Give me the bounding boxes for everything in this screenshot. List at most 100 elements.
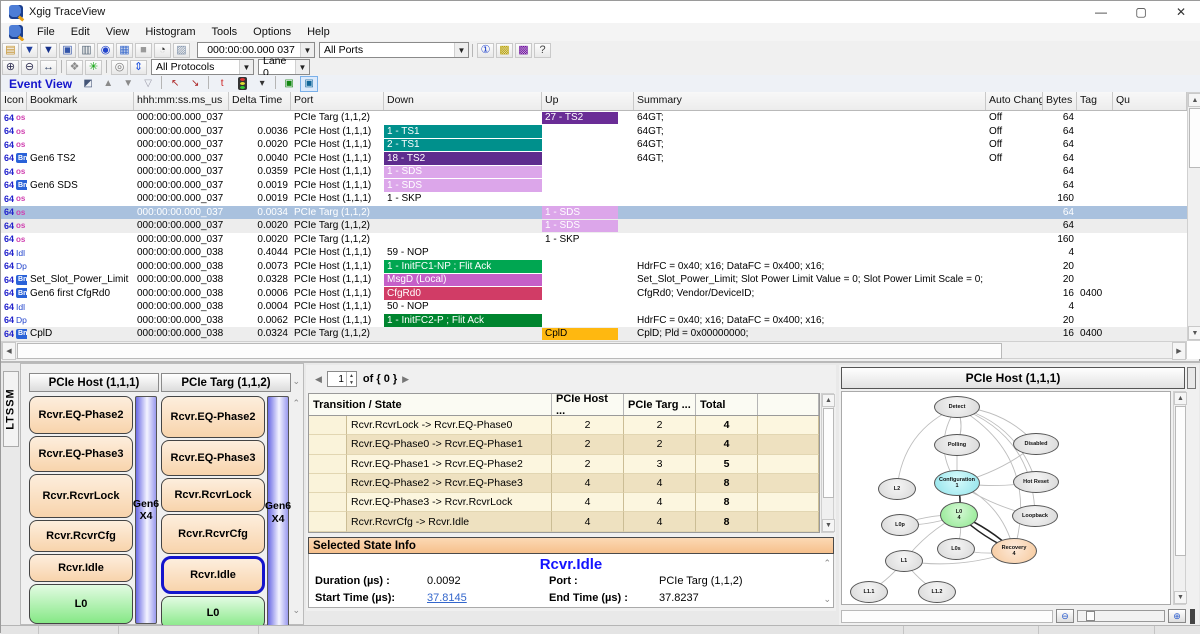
grid-horizontal-scrollbar[interactable]: ◀ ▶: [1, 341, 1187, 359]
table-row[interactable]: 64Idl000:00:00.000_0380.0004PCIe Host (1…: [1, 300, 1187, 314]
snapshot-icon[interactable]: ▨: [173, 43, 190, 58]
ltssm-scroll-up-icon[interactable]: ⌃: [292, 398, 300, 409]
transition-row[interactable]: Rcvr.RcvrCfg -> Rcvr.Idle448: [309, 512, 819, 531]
table-row[interactable]: 64Idl000:00:00.000_0380.4044PCIe Host (1…: [1, 246, 1187, 260]
ltssm-state-rcvr-eq-phase3[interactable]: Rcvr.EQ-Phase3: [29, 436, 133, 472]
ltssm-state-rcvr-eq-phase2[interactable]: Rcvr.EQ-Phase2: [29, 396, 133, 434]
transition-scrollbar[interactable]: ▲ ▼: [821, 393, 834, 533]
transition-row[interactable]: Rcvr.EQ-Phase3 -> Rcvr.RcvrLock448: [309, 493, 819, 512]
state-node-recovery[interactable]: Recovery4: [991, 538, 1037, 564]
ltssm-state-rcvr-eq-phase2[interactable]: Rcvr.EQ-Phase2: [161, 396, 265, 438]
diagram-vertical-scrollbar[interactable]: ▲ ▼: [1173, 391, 1186, 605]
select-cursor-icon[interactable]: ◩: [79, 76, 97, 92]
table-row[interactable]: 64BnGen6 first CfgRd0000:00:00.000_0380.…: [1, 287, 1187, 301]
zoom-slider[interactable]: [1077, 610, 1165, 622]
transition-col-3[interactable]: Total: [696, 394, 758, 415]
state-node-l0p[interactable]: L0p: [881, 514, 919, 536]
traffic-caret-icon[interactable]: ▾: [253, 76, 271, 92]
menu-file[interactable]: File: [29, 23, 63, 41]
ports-combobox[interactable]: All Ports ▼: [319, 42, 469, 58]
table-row[interactable]: 64os000:00:00.000_0370.0020PCIe Targ (1,…: [1, 233, 1187, 247]
maximize-button[interactable]: ▢: [1121, 1, 1161, 23]
table-row[interactable]: 64BnCplD000:00:00.000_0380.0324PCIe Targ…: [1, 327, 1187, 341]
column-header-qu[interactable]: Qu: [1113, 92, 1187, 110]
save-file-icon[interactable]: ▣: [59, 43, 76, 58]
state-node-loopback[interactable]: Loopback: [1012, 505, 1058, 527]
lane-combobox[interactable]: Lane 0 ▼: [258, 59, 310, 75]
export-icon[interactable]: ▥: [78, 43, 95, 58]
column-header-down[interactable]: Down: [384, 92, 542, 110]
table-row[interactable]: 64Dp000:00:00.000_0380.0073PCIe Host (1,…: [1, 260, 1187, 274]
table-row[interactable]: 64BnSet_Slot_Power_Limit000:00:00.000_03…: [1, 273, 1187, 287]
pager-spinbox[interactable]: 1 ▲▼: [327, 371, 357, 387]
ltssm-state-rcvr-rcvrlock[interactable]: Rcvr.RcvrLock: [161, 478, 265, 512]
grid-vertical-scrollbar[interactable]: ▲ ▼: [1187, 92, 1200, 341]
table-row[interactable]: 64BnGen6 SDS000:00:00.000_0370.0019PCIe …: [1, 179, 1187, 193]
transition-col-1[interactable]: PCIe Host ...: [552, 394, 624, 415]
protocols-combobox[interactable]: All Protocols ▼: [151, 59, 254, 75]
table-row[interactable]: 64os000:00:00.000_0370.0359PCIe Host (1,…: [1, 165, 1187, 179]
start-time-link[interactable]: 37.8145: [427, 592, 467, 604]
table-row[interactable]: 64BnGen6 TS2000:00:00.000_0370.0040PCIe …: [1, 152, 1187, 166]
timer-icon[interactable]: ◔: [154, 43, 171, 58]
column-header-delta-time[interactable]: Delta Time: [229, 92, 291, 110]
zoom-in-icon[interactable]: ⊕: [1168, 609, 1186, 623]
map-yellow-icon[interactable]: ▩: [496, 43, 513, 58]
state-node-l1-1[interactable]: L1.1: [850, 581, 888, 603]
table-row[interactable]: 64os000:00:00.000_037PCIe Targ (1,1,2)27…: [1, 111, 1187, 125]
filter-icon[interactable]: ▽: [139, 76, 157, 92]
open-trace-icon[interactable]: ▤: [2, 43, 19, 58]
search-icon[interactable]: ◎: [111, 60, 128, 75]
menu-view[interactable]: View: [98, 23, 138, 41]
stop-icon[interactable]: ■: [135, 43, 152, 58]
next-event-icon[interactable]: ▼: [119, 76, 137, 92]
chevron-down-icon[interactable]: ▼: [239, 60, 253, 74]
time-format-icon[interactable]: t: [213, 76, 231, 92]
menu-histogram[interactable]: Histogram: [137, 23, 203, 41]
pager-prev-icon[interactable]: ◀: [315, 374, 322, 385]
info-scroll-up-icon[interactable]: ⌃: [823, 558, 831, 569]
close-button[interactable]: ✕: [1161, 1, 1200, 23]
table-row[interactable]: 64os000:00:00.000_0370.0034PCIe Targ (1,…: [1, 206, 1187, 220]
menu-help[interactable]: Help: [299, 23, 338, 41]
state-node-l0s[interactable]: L0s: [937, 538, 975, 560]
jump-prev-icon[interactable]: ↖: [166, 76, 184, 92]
ltssm-column-header-targ[interactable]: PCIe Targ (1,1,2): [161, 373, 291, 392]
menu-options[interactable]: Options: [245, 23, 299, 41]
zoom-fit-icon[interactable]: ↔: [40, 60, 57, 75]
info-scroll-down-icon[interactable]: ⌄: [823, 594, 831, 605]
ltssm-state-rcvr-rcvrcfg[interactable]: Rcvr.RcvrCfg: [161, 514, 265, 554]
tag-icon[interactable]: ❖: [66, 60, 83, 75]
chevron-down-icon[interactable]: ▼: [300, 43, 314, 57]
state-node-l2[interactable]: L2: [878, 478, 916, 500]
ltssm-column-header-host[interactable]: PCIe Host (1,1,1): [29, 373, 159, 392]
transition-row[interactable]: Rcvr.RcvrLock -> Rcvr.EQ-Phase0224: [309, 416, 819, 435]
state-node-hot-reset[interactable]: Hot Reset: [1013, 471, 1059, 493]
marker-icon[interactable]: ✳: [85, 60, 102, 75]
decode-view-2-icon[interactable]: ▣: [300, 76, 318, 92]
pager-next-icon[interactable]: ▶: [402, 374, 409, 385]
ltssm-state-l0[interactable]: L0: [29, 584, 133, 624]
trigger-time-icon[interactable]: ①: [477, 43, 494, 58]
state-node-l0[interactable]: L04: [940, 502, 978, 528]
decode-view-icon[interactable]: ▣: [280, 76, 298, 92]
column-header-bytes[interactable]: Bytes: [1043, 92, 1077, 110]
ltssm-scroll-down-icon[interactable]: ⌄: [292, 605, 300, 616]
column-header-auto-change[interactable]: Auto Change: [986, 92, 1043, 110]
transition-row[interactable]: Rcvr.EQ-Phase1 -> Rcvr.EQ-Phase2235: [309, 455, 819, 474]
transition-row[interactable]: Rcvr.EQ-Phase0 -> Rcvr.EQ-Phase1224: [309, 435, 819, 454]
column-header-port[interactable]: Port: [291, 92, 384, 110]
time-combobox[interactable]: 000:00:00.000 037 ▼: [197, 42, 315, 58]
jump-next-icon[interactable]: ↘: [186, 76, 204, 92]
column-header-summary[interactable]: Summary: [634, 92, 986, 110]
help-icon[interactable]: ?: [534, 43, 551, 58]
prev-event-icon[interactable]: ▲: [99, 76, 117, 92]
state-node-configuration[interactable]: Configuration1: [934, 470, 980, 496]
state-node-detect[interactable]: Detect: [934, 396, 980, 418]
table-row[interactable]: 64os000:00:00.000_0370.0019PCIe Host (1,…: [1, 192, 1187, 206]
chevron-down-icon[interactable]: ▼: [295, 60, 309, 74]
column-header-tag[interactable]: Tag: [1077, 92, 1113, 110]
table-row[interactable]: 64os000:00:00.000_0370.0036PCIe Host (1,…: [1, 125, 1187, 139]
transition-col-0[interactable]: Transition / State: [309, 394, 552, 415]
column-header-up[interactable]: Up: [542, 92, 634, 110]
